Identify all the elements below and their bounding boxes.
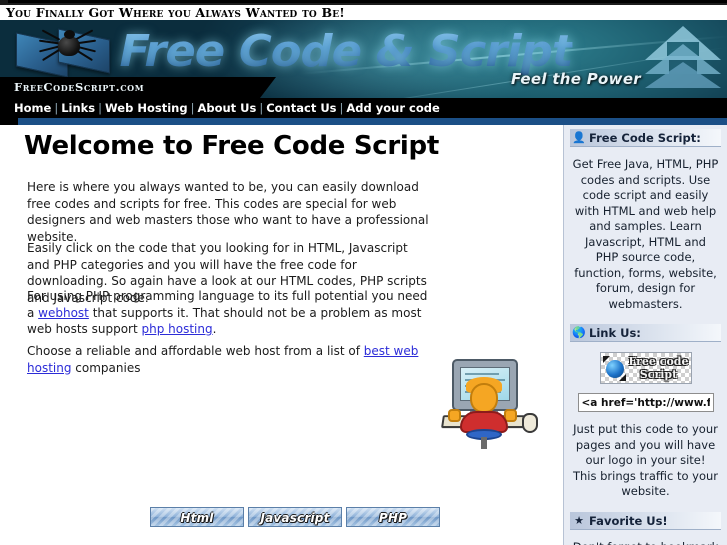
mouse-icon (522, 413, 538, 433)
right-sidebar: 👤 Free Code Script: Get Free Java, HTML,… (563, 125, 727, 545)
spider-head (64, 30, 75, 39)
intro-paragraph-3: For using PHP programming language to it… (27, 288, 432, 338)
star-icon: ★ (574, 513, 584, 527)
page-title: Welcome to Free Code Script (24, 131, 439, 161)
sidebar-header-label: Link Us: (589, 326, 641, 340)
domain-plate-slant (260, 77, 276, 98)
site-tagline: You Finally Got Where you Always Wanted … (0, 5, 727, 20)
category-button-row: Html Javascript PHP (150, 507, 444, 527)
link-us-logo: Free code Script (599, 352, 692, 384)
user-icon: 👤 (572, 131, 586, 144)
domain-plate: FreeCodeScript.com (0, 77, 276, 98)
nav-item-home[interactable]: Home (14, 101, 51, 115)
chevron-3 (645, 62, 721, 88)
spider-icon (58, 36, 80, 56)
person-head (470, 383, 498, 413)
sidebar-header-label: Free Code Script: (589, 131, 701, 145)
spider-books-logo (14, 24, 126, 82)
link-code-input[interactable] (577, 393, 714, 412)
intro-paragraph-1: Here is where you always wanted to be, y… (27, 180, 429, 244)
nav-item-add-your-code[interactable]: Add your code (346, 101, 439, 115)
nav-separator: | (259, 101, 264, 115)
banner-slogan: Feel the Power (511, 70, 641, 88)
sidebar-header-free-code-script: 👤 Free Code Script: (570, 129, 721, 147)
logo-text-line-2: Script (639, 368, 678, 381)
nav-separator: | (98, 101, 103, 115)
paragraph4-text-before: Choose a reliable and affordable web hos… (27, 344, 364, 358)
top-strip-inner (8, 0, 727, 3)
paragraph3-text-after: . (212, 322, 217, 336)
nav-item-contact-us[interactable]: Contact Us (266, 101, 336, 115)
sidebar-header-link-us: 🌎 Link Us: (570, 324, 721, 342)
sidebar-header-favorite-us: ★ Favorite Us! (570, 511, 721, 530)
banner-title: Free Code & Script (119, 26, 574, 77)
nav-separator: | (339, 101, 344, 115)
nav-separator: | (190, 101, 195, 115)
nav-item-web-hosting[interactable]: Web Hosting (105, 101, 188, 115)
nav-accent-bar (0, 118, 727, 125)
page-root: You Finally Got Where you Always Wanted … (0, 0, 727, 545)
link-us-instructions: Just put this code to your pages and you… (572, 422, 719, 498)
chair-stem (481, 437, 487, 449)
sidebar-about-text: Get Free Java, HTML, PHP codes and scrip… (572, 157, 719, 311)
person-hand-left (448, 409, 461, 422)
logo-text-line-1: Free code (628, 355, 689, 368)
globe-icon: 🌎 (572, 326, 586, 339)
nav-item-about-us[interactable]: About Us (197, 101, 256, 115)
favorite-us-text: Don't forget to bookmark us! (CTRL-D) (564, 530, 727, 545)
site-banner: Free Code & Script Feel the Power FreeCo… (0, 20, 727, 98)
main-navigation: Home | Links | Web Hosting | About Us | Contact … (0, 98, 727, 118)
nav-accent-cap (0, 118, 18, 125)
nav-item-links[interactable]: Links (61, 101, 95, 115)
javascript-category-button[interactable]: Javascript (248, 507, 342, 527)
html-category-button[interactable]: Html (150, 507, 244, 527)
webhost-link[interactable]: webhost (38, 306, 89, 320)
logo-globe-icon (605, 360, 624, 378)
php-category-button[interactable]: PHP (346, 507, 440, 527)
chevron-arrows-icon (645, 24, 721, 96)
screen-text-line (465, 373, 499, 375)
nav-separator: | (54, 101, 59, 115)
paragraph4-text-after: companies (71, 360, 141, 375)
sidebar-header-label: Favorite Us! (589, 513, 668, 528)
php-hosting-link[interactable]: php hosting (142, 322, 213, 336)
logo-text: Free code Script (629, 355, 689, 381)
main-content: Welcome to Free Code Script Here is wher… (0, 125, 560, 545)
intro-paragraph-4: Choose a reliable and affordable web hos… (27, 343, 432, 376)
computer-user-illustration (430, 357, 540, 449)
domain-label: FreeCodeScript.com (14, 80, 145, 94)
